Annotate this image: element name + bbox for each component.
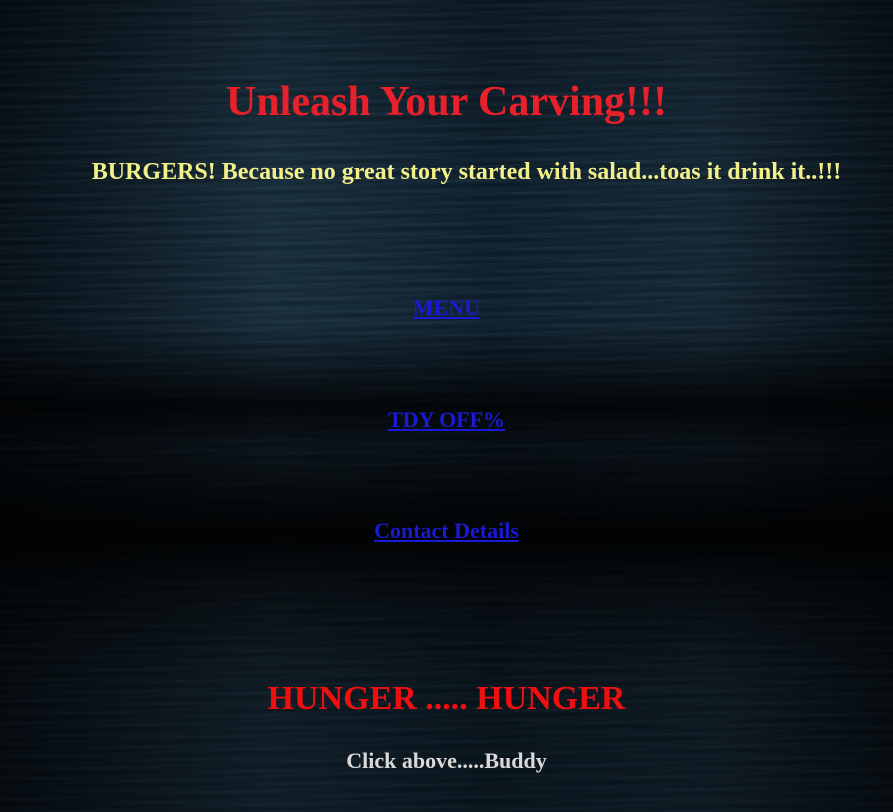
today-offer-link[interactable]: TDY OFF% [388,407,505,432]
nav-item-contact: Contact Details [0,517,893,545]
menu-link[interactable]: MENU [413,295,480,320]
click-above-text: Click above.....Buddy [346,748,547,773]
hunger-heading: HUNGER ..... HUNGER [267,680,626,717]
tagline: BURGERS! Because no great story started … [91,159,842,185]
nav-item-menu: MENU [0,294,893,322]
page-title: Unleash Your Carving!!! [225,79,668,125]
contact-details-link[interactable]: Contact Details [374,518,519,543]
nav-item-offer: TDY OFF% [0,406,893,434]
